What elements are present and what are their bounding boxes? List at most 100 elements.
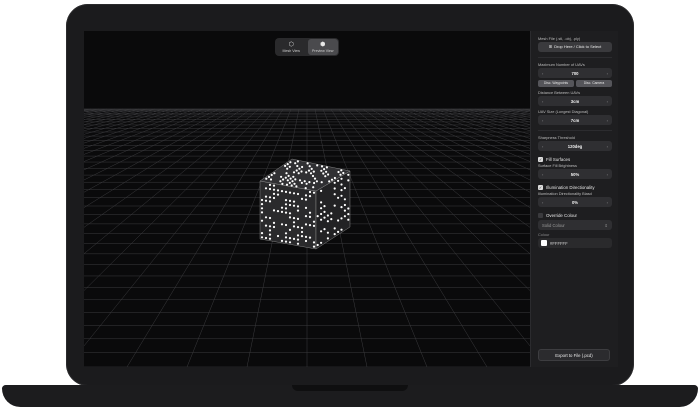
uav-light-dot bbox=[268, 237, 272, 240]
uav-light-dot bbox=[268, 183, 272, 186]
drop-file-button[interactable]: ⊞ Drop Here / Click to Select bbox=[538, 42, 612, 52]
sharpness-stepper[interactable]: ‹ 120deg › bbox=[538, 141, 612, 151]
uav-size-label: UAV Size (Longest Diagonal) bbox=[538, 109, 589, 114]
sharpness-label: Sharpness Threshold bbox=[538, 135, 575, 140]
colour-picker[interactable]: #FFFFFF bbox=[538, 238, 612, 248]
increment-icon[interactable]: › bbox=[607, 71, 608, 76]
illumination-checkbox[interactable]: ✓ bbox=[538, 185, 543, 190]
uav-light-dot bbox=[298, 179, 302, 182]
uav-light-dot bbox=[333, 193, 336, 196]
uav-light-dot bbox=[312, 241, 316, 244]
uav-light-dot bbox=[292, 192, 296, 195]
display-toggle-group: Disc. Waypoints Disc. Camera bbox=[538, 80, 612, 87]
grid-line bbox=[498, 108, 530, 116]
uav-light-dot bbox=[272, 196, 276, 200]
uav-light-dot bbox=[312, 220, 316, 223]
uav-light-dot bbox=[324, 175, 327, 178]
uav-light-dot bbox=[304, 198, 308, 201]
uav-light-dot bbox=[296, 160, 299, 163]
preview-view-button[interactable]: ⬢ Preview View bbox=[307, 39, 338, 55]
decrement-icon[interactable]: ‹ bbox=[542, 172, 543, 177]
uav-light-dot bbox=[284, 236, 288, 239]
illumination-bias-stepper[interactable]: ‹ 0% › bbox=[538, 197, 612, 207]
grid-line bbox=[84, 108, 172, 135]
uav-light-dot bbox=[264, 216, 268, 219]
uav-light-dot bbox=[340, 189, 343, 192]
uav-light-dot bbox=[326, 220, 329, 223]
decrement-icon[interactable]: ‹ bbox=[542, 200, 543, 205]
uav-light-dot bbox=[268, 225, 272, 228]
uav-light-dot bbox=[337, 196, 340, 199]
override-colour-checkbox[interactable] bbox=[538, 213, 543, 218]
uav-light-dot bbox=[309, 172, 313, 175]
show-camera-toggle[interactable]: Disc. Camera bbox=[576, 80, 612, 87]
uav-light-dot bbox=[300, 230, 304, 234]
cube-icon: ⬡ bbox=[288, 41, 294, 48]
drop-file-label: Drop Here / Click to Select bbox=[554, 44, 602, 49]
uav-light-dot bbox=[333, 233, 336, 236]
uav-light-dot bbox=[292, 204, 296, 207]
show-waypoints-toggle[interactable]: Disc. Waypoints bbox=[538, 80, 574, 87]
scene-canvas[interactable] bbox=[84, 31, 530, 367]
decrement-icon[interactable]: ‹ bbox=[542, 118, 543, 123]
uav-light-dot bbox=[294, 162, 297, 165]
uav-light-dot bbox=[328, 180, 331, 183]
fill-surfaces-row[interactable]: ✓ Fill Surfaces bbox=[538, 157, 612, 162]
decrement-icon[interactable]: ‹ bbox=[542, 71, 543, 76]
grid-line bbox=[84, 108, 116, 116]
uav-light-dot bbox=[267, 175, 271, 178]
illumination-bias-label: Illumination Directionality Biasd bbox=[538, 191, 592, 196]
grid-line bbox=[474, 108, 530, 123]
uav-light-dot bbox=[304, 206, 308, 209]
uav-light-dot bbox=[272, 192, 276, 195]
uav-light-dot bbox=[327, 173, 330, 176]
uav-light-dot bbox=[330, 212, 333, 215]
export-button[interactable]: Export to File (.pcd) bbox=[538, 349, 610, 361]
uav-light-dot bbox=[308, 236, 312, 239]
grid-line bbox=[466, 108, 530, 125]
uav-light-dot bbox=[288, 216, 292, 219]
uav-light-dot bbox=[347, 213, 350, 216]
uav-light-dot bbox=[260, 219, 264, 222]
illumination-row[interactable]: ✓ Illumination Directionality bbox=[538, 185, 612, 190]
uav-light-dot bbox=[284, 232, 288, 235]
fill-surfaces-checkbox[interactable]: ✓ bbox=[538, 157, 543, 162]
increment-icon[interactable]: › bbox=[607, 99, 608, 104]
increment-icon[interactable]: › bbox=[607, 144, 608, 149]
uav-light-dot bbox=[340, 169, 343, 172]
distance-stepper[interactable]: ‹ 3cm › bbox=[538, 96, 612, 106]
max-uavs-stepper[interactable]: ‹ 700 › bbox=[538, 68, 612, 78]
uav-light-dot bbox=[288, 199, 292, 202]
uav-light-dot bbox=[310, 167, 313, 170]
settings-panel: Mesh File (.stl, .obj, .ply) ⊞ Drop Here… bbox=[530, 31, 618, 367]
uav-light-dot bbox=[272, 221, 276, 224]
fill-brightness-stepper[interactable]: ‹ 50% › bbox=[538, 169, 612, 179]
decrement-icon[interactable]: ‹ bbox=[542, 144, 543, 149]
increment-icon[interactable]: › bbox=[607, 200, 608, 205]
colour-mode-select[interactable]: Solid Colour ⇕ bbox=[538, 220, 612, 230]
uav-light-dot bbox=[308, 211, 312, 214]
increment-icon[interactable]: › bbox=[607, 118, 608, 123]
uav-light-dot bbox=[284, 203, 288, 206]
grid-line bbox=[84, 108, 252, 228]
override-colour-row[interactable]: Override Colour bbox=[538, 213, 612, 218]
uav-light-dot bbox=[343, 215, 346, 218]
decrement-icon[interactable]: ‹ bbox=[542, 99, 543, 104]
uav-size-stepper[interactable]: ‹ 7cm › bbox=[538, 115, 612, 125]
uav-light-dot bbox=[268, 200, 272, 203]
uav-light-dot bbox=[291, 180, 294, 183]
uav-light-dot bbox=[337, 179, 340, 182]
mesh-view-button[interactable]: ⬡ Mesh View bbox=[276, 39, 307, 55]
cube-front-face bbox=[259, 180, 317, 250]
3d-viewport[interactable]: ⬡ Mesh View ⬢ Preview View bbox=[84, 31, 530, 367]
uav-light-dot bbox=[292, 217, 296, 220]
uav-light-dot bbox=[308, 181, 311, 184]
app-screen: ⬡ Mesh View ⬢ Preview View Mesh File (.s… bbox=[84, 31, 618, 367]
increment-icon[interactable]: › bbox=[607, 172, 608, 177]
uav-light-dot bbox=[313, 181, 316, 185]
uav-light-dot bbox=[347, 179, 350, 182]
uav-light-dot bbox=[272, 184, 276, 187]
uav-light-dot bbox=[281, 182, 284, 185]
colour-swatch[interactable] bbox=[541, 240, 547, 246]
uav-light-dot bbox=[304, 187, 307, 190]
